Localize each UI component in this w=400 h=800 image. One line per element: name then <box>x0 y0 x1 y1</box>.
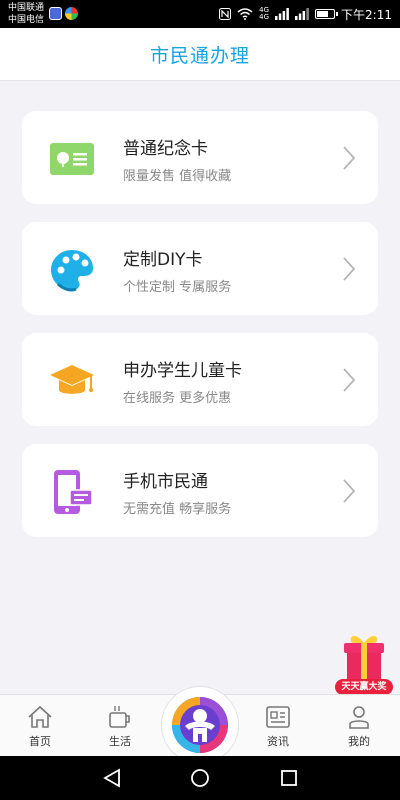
tab-label: 首页 <box>29 735 51 748</box>
card-title: 定制DIY卡 <box>123 250 203 270</box>
center-home-button[interactable] <box>161 686 239 764</box>
notification-app-icon <box>49 7 62 20</box>
home-nav-icon[interactable] <box>189 767 211 789</box>
promo-label: 天天赢大奖 <box>335 679 393 695</box>
signal-icon <box>275 8 289 20</box>
carrier-info: 中国联通 中国电信 <box>8 2 44 26</box>
news-icon <box>266 706 290 728</box>
network-type: 4G 4G <box>259 7 269 21</box>
card-subtitle: 在线服务 更多优惠 <box>123 391 232 406</box>
system-nav-bar <box>0 756 400 800</box>
tab-label: 资讯 <box>267 735 289 748</box>
card-subtitle: 限量发售 值得收藏 <box>123 169 232 184</box>
status-indicators: 4G 4G 下午2:11 <box>219 0 392 28</box>
wifi-icon <box>237 8 253 20</box>
card-title: 申办学生儿童卡 <box>123 361 242 381</box>
card-commemorative[interactable]: 普通纪念卡 限量发售 值得收藏 <box>22 111 378 204</box>
status-bar: 中国联通 中国电信 4G 4G 下午2:11 <box>0 0 400 28</box>
notification-app-icon <box>65 7 78 20</box>
card-subtitle: 无需充值 畅享服务 <box>123 502 232 517</box>
app-logo-icon <box>172 697 228 753</box>
commemorative-card-icon <box>48 135 96 183</box>
carrier-2: 中国电信 <box>8 15 45 25</box>
back-icon[interactable] <box>101 767 123 789</box>
promo-gift-button[interactable]: 天天赢大奖 <box>335 633 393 695</box>
tab-label: 我的 <box>348 735 370 748</box>
card-title: 手机市民通 <box>123 472 208 492</box>
status-time: 下午2:11 <box>341 7 392 22</box>
card-subtitle: 个性定制 专属服务 <box>123 280 232 295</box>
card-diy[interactable]: 定制DIY卡 个性定制 专属服务 <box>22 222 378 315</box>
card-student[interactable]: 申办学生儿童卡 在线服务 更多优惠 <box>22 333 378 426</box>
tab-life[interactable]: 生活 <box>88 695 152 757</box>
palette-icon <box>48 246 96 294</box>
recents-icon[interactable] <box>278 767 300 789</box>
page-title: 市民通办理 <box>149 44 250 67</box>
chevron-right-icon <box>343 257 356 281</box>
coffee-cup-icon <box>109 706 130 728</box>
chevron-right-icon <box>343 146 356 170</box>
card-title: 普通纪念卡 <box>123 139 208 159</box>
tab-label: 生活 <box>109 735 131 748</box>
mobile-card-icon <box>48 468 96 516</box>
card-mobile[interactable]: 手机市民通 无需充值 畅享服务 <box>22 444 378 537</box>
gift-box-icon <box>344 636 384 679</box>
graduation-cap-icon <box>48 357 96 405</box>
network-type-2: 4G <box>259 13 270 21</box>
tab-news[interactable]: 资讯 <box>246 695 310 757</box>
signal-icon <box>295 8 309 20</box>
person-icon <box>349 706 369 729</box>
home-icon <box>28 705 52 728</box>
tab-mine[interactable]: 我的 <box>327 695 391 757</box>
chevron-right-icon <box>343 368 356 392</box>
chevron-right-icon <box>343 479 356 503</box>
battery-icon <box>315 9 339 19</box>
carrier-1: 中国联通 <box>8 3 45 13</box>
page-header: 市民通办理 <box>0 28 400 81</box>
tab-home[interactable]: 首页 <box>8 695 72 757</box>
nfc-icon <box>219 8 232 20</box>
